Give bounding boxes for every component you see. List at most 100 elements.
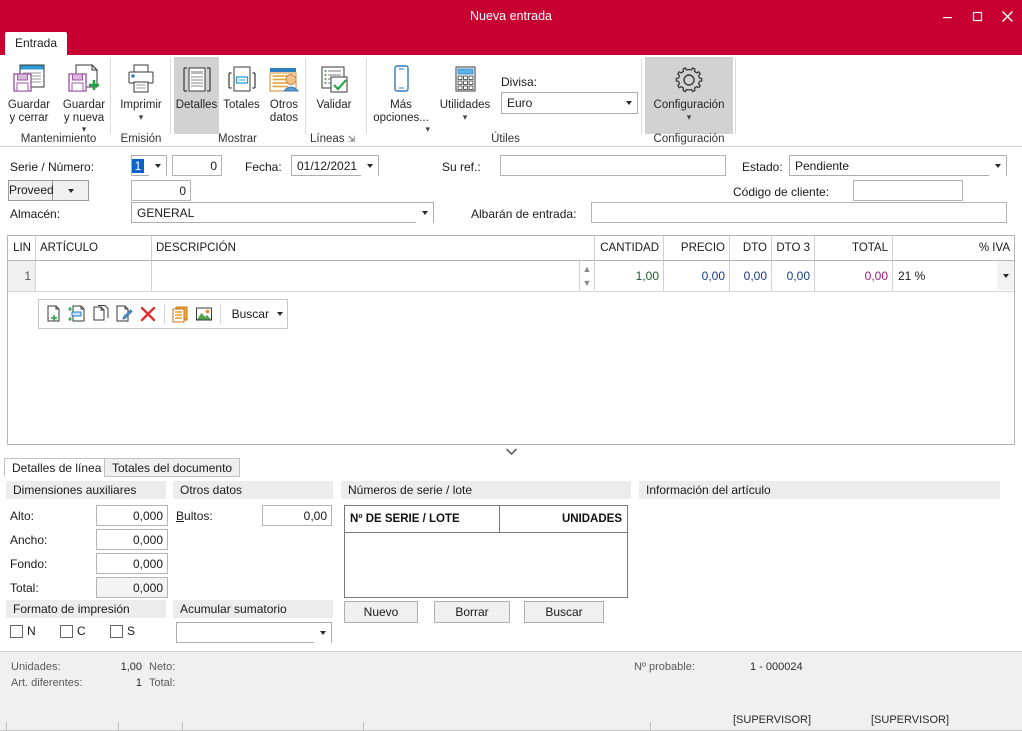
serie-chevron-down-icon[interactable] — [149, 155, 166, 176]
checkbox-n-box[interactable] — [10, 624, 23, 638]
serial-col-unidades[interactable]: UNIDADES — [500, 506, 627, 532]
serie-select[interactable]: 1 — [131, 155, 167, 176]
nuevo-button[interactable]: Nuevo — [344, 601, 418, 623]
almacen-chevron-down-icon[interactable] — [416, 202, 433, 223]
tab-entrada[interactable]: Entrada — [5, 32, 67, 55]
new-line-icon[interactable] — [43, 302, 65, 326]
buscar-button[interactable]: Buscar — [524, 601, 604, 623]
dialog-launcher-icon[interactable]: ⇲ — [348, 134, 356, 144]
utilidades-caret-icon[interactable]: ▾ — [463, 112, 468, 121]
tab-detalles-de-linea[interactable]: Detalles de línea — [4, 458, 110, 477]
fondo-input[interactable] — [96, 553, 168, 574]
cell-iva-select[interactable]: 21 % — [893, 261, 1014, 290]
col-header-articulo[interactable]: ARTÍCULO — [36, 236, 152, 260]
cell-total: 0,00 — [815, 261, 893, 291]
col-header-total[interactable]: TOTAL — [815, 236, 893, 260]
imprimir-caret-icon[interactable]: ▾ — [139, 112, 144, 121]
checkbox-s-box[interactable] — [110, 624, 123, 638]
guardar-y-cerrar-button[interactable]: Guardar y cerrar — [2, 57, 56, 124]
maximize-button[interactable] — [962, 0, 992, 32]
unidades-value: 1,00 — [120, 661, 142, 673]
configuracion-button[interactable]: Configuración ▾ — [645, 57, 733, 134]
cell-descripcion[interactable] — [152, 261, 580, 291]
validar-button[interactable]: Validar — [309, 57, 359, 112]
serial-col-numero[interactable]: Nº DE SERIE / LOTE — [345, 506, 500, 532]
total-status-label: Total: — [149, 677, 176, 689]
codigo-cliente-input[interactable] — [853, 180, 963, 201]
fecha-chevron-down-icon[interactable] — [361, 155, 378, 176]
acumular-sumatorio-select[interactable] — [176, 622, 332, 643]
insert-line-icon[interactable] — [67, 302, 89, 326]
su-ref-input[interactable] — [500, 155, 726, 176]
serial-numbers-body[interactable] — [345, 533, 627, 597]
spinner-up-icon[interactable]: ▲ — [583, 264, 592, 274]
descripcion-spinner[interactable]: ▲ ▼ — [580, 262, 595, 290]
numero-input[interactable] — [172, 155, 222, 176]
checkbox-n[interactable]: N — [10, 624, 36, 638]
close-button[interactable] — [992, 0, 1022, 32]
configuracion-caret-icon[interactable]: ▾ — [687, 112, 692, 121]
col-header-dto3[interactable]: DTO 3 — [772, 236, 815, 260]
imprimir-button[interactable]: Imprimir ▾ — [114, 57, 168, 121]
notes-icon[interactable] — [170, 302, 192, 326]
mas-opciones-caret-icon[interactable]: ▾ — [425, 125, 430, 134]
estado-select[interactable]: Pendiente — [789, 155, 1007, 176]
cell-cantidad[interactable]: 1,00 — [595, 261, 664, 291]
totales-button[interactable]: Totales — [220, 57, 263, 112]
estado-chevron-down-icon[interactable] — [989, 155, 1006, 176]
ribbon-separator-3 — [305, 58, 306, 134]
tab-totales-del-documento[interactable]: Totales del documento — [104, 458, 241, 477]
print-icon — [123, 60, 159, 96]
col-header-iva[interactable]: % IVA — [893, 236, 1014, 260]
cell-iva-chevron-down-icon[interactable] — [997, 261, 1014, 290]
fecha-label: Fecha: — [245, 160, 282, 174]
checkbox-c-label: C — [77, 624, 86, 638]
utilidades-button[interactable]: Utilidades ▾ — [434, 57, 496, 121]
mas-opciones-label: Más opciones... — [373, 99, 429, 124]
delete-line-icon[interactable] — [137, 302, 159, 326]
table-row[interactable]: 1 ▲ ▼ 1,00 0,00 0,00 0,00 0,00 21 % — [8, 261, 1014, 292]
cell-dto3[interactable]: 0,00 — [772, 261, 815, 291]
proveedor-button[interactable]: Proveedor: — [8, 180, 68, 201]
col-header-precio[interactable]: PRECIO — [664, 236, 730, 260]
proveedor-code-input[interactable] — [131, 180, 191, 201]
divisa-select[interactable]: Euro — [501, 92, 638, 114]
albaran-input[interactable] — [591, 202, 1007, 223]
edit-line-icon[interactable] — [114, 302, 136, 326]
col-header-dto1[interactable]: DTO 1 — [730, 236, 772, 278]
totals-icon — [225, 60, 259, 96]
ancho-input[interactable] — [96, 529, 168, 550]
fecha-datepicker[interactable]: 01/12/2021 — [291, 155, 379, 176]
checkbox-s[interactable]: S — [110, 624, 135, 638]
guardar-y-nueva-button[interactable]: Guardar y nueva ▾ — [55, 57, 113, 134]
borrar-button[interactable]: Borrar — [434, 601, 510, 623]
guardar-y-nueva-caret-icon[interactable]: ▾ — [82, 125, 87, 134]
cell-articulo[interactable] — [36, 261, 152, 291]
col-header-cantidad[interactable]: CANTIDAD — [595, 236, 664, 260]
alto-input[interactable] — [96, 505, 168, 526]
document-header-form: Serie / Número: 1 Fecha: 01/12/2021 Su r… — [0, 147, 1022, 233]
copy-line-icon[interactable] — [90, 302, 112, 326]
otros-datos-button[interactable]: Otros datos — [264, 57, 304, 124]
almacen-select[interactable]: GENERAL — [131, 202, 434, 223]
checkbox-c[interactable]: C — [60, 624, 86, 638]
proveedor-dropdown-button[interactable] — [53, 180, 89, 201]
image-icon[interactable] — [193, 302, 215, 326]
collapse-grid-button[interactable] — [7, 444, 1015, 458]
cell-dto1[interactable]: 0,00 — [730, 261, 772, 291]
user-left: [SUPERVISOR] — [733, 714, 812, 726]
minimize-button[interactable] — [932, 0, 962, 32]
line-buscar-button[interactable]: Buscar — [226, 307, 283, 321]
cell-precio[interactable]: 0,00 — [664, 261, 730, 291]
col-header-descripcion[interactable]: DESCRIPCIÓN — [152, 236, 595, 260]
spinner-down-icon[interactable]: ▼ — [583, 278, 592, 288]
bultos-input[interactable] — [262, 505, 332, 526]
mas-opciones-button[interactable]: Más opciones... ▾ — [370, 57, 432, 134]
fondo-label: Fondo: — [10, 557, 48, 571]
acumular-chevron-down-icon[interactable] — [314, 622, 331, 643]
chevron-down-icon[interactable] — [620, 93, 637, 113]
col-header-lin[interactable]: LIN — [8, 236, 36, 260]
detalles-button[interactable]: Detalles — [174, 57, 219, 134]
checkbox-c-box[interactable] — [60, 624, 73, 638]
line-buscar-chevron-down-icon[interactable] — [276, 312, 283, 316]
